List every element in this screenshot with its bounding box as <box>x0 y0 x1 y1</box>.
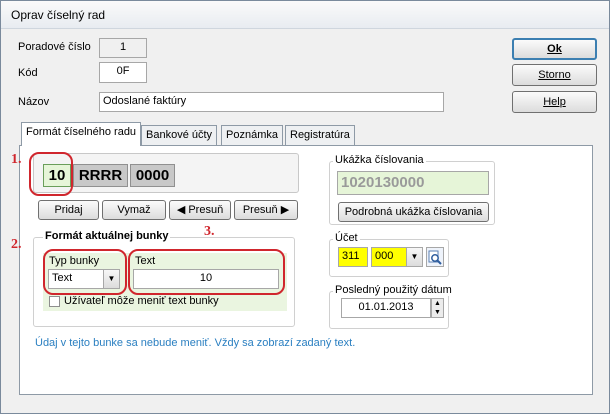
format-cell-3[interactable]: 0000 <box>130 164 175 187</box>
last-date-title: Posledný použitý dátum <box>333 284 454 296</box>
title-bar: Oprav číselný rad <box>1 1 609 29</box>
tab-format-ciselneho-radu[interactable]: Formát číselného radu <box>21 122 142 146</box>
checkbox-uzivatel[interactable] <box>49 296 60 307</box>
last-date-field[interactable]: 01.01.2013 <box>341 298 431 318</box>
annotation-1: 1. <box>11 152 22 167</box>
nazov-field[interactable]: Odoslané faktúry <box>99 92 444 112</box>
storno-button[interactable]: Storno <box>512 64 597 86</box>
ok-button[interactable]: Ok <box>512 38 597 60</box>
annotation-2: 2. <box>11 237 22 252</box>
poradove-cislo-field: 1 <box>99 38 147 58</box>
format-cell-2[interactable]: RRRR <box>73 164 128 187</box>
preview-value: 1020130000 <box>337 171 489 195</box>
podrobna-ukazka-button[interactable]: Podrobná ukážka číslovania <box>338 202 489 222</box>
annotation-3: 3. <box>204 224 215 239</box>
tab-bankove-ucty[interactable]: Bankové účty <box>141 125 218 145</box>
spin-up-icon[interactable]: ▲ <box>432 299 443 308</box>
spin-down-icon[interactable]: ▼ <box>432 308 443 317</box>
window-title: Oprav číselný rad <box>11 8 106 22</box>
tab-poznamka[interactable]: Poznámka <box>221 125 283 145</box>
kod-field[interactable]: 0F <box>99 62 147 83</box>
checkbox-uzivatel-label: Užívateľ môže meniť text bunky <box>64 295 219 307</box>
account-field-2-value: 000 <box>375 250 394 262</box>
vymaz-button[interactable]: Vymaž <box>102 200 166 220</box>
account-title: Účet <box>333 232 360 244</box>
highlight-1 <box>29 152 73 196</box>
presun-left-button[interactable]: ◀ Presuň <box>169 200 231 220</box>
preview-title: Ukážka číslovania <box>333 154 426 166</box>
help-button[interactable]: Help <box>512 91 597 113</box>
kod-label: Kód <box>18 67 38 79</box>
account-field-1[interactable]: 311 <box>338 247 368 267</box>
highlight-3 <box>128 249 285 295</box>
info-text: Údaj v tejto bunke sa nebude meniť. Vždy… <box>35 337 356 349</box>
date-spinner[interactable]: ▲ ▼ <box>431 298 444 318</box>
pridaj-button[interactable]: Pridaj <box>38 200 99 220</box>
chevron-down-icon[interactable]: ▼ <box>406 248 422 266</box>
cell-format-title: Formát aktuálnej bunky <box>43 230 171 242</box>
tab-registratura[interactable]: Registratúra <box>285 125 355 145</box>
search-icon[interactable] <box>426 247 444 267</box>
nazov-label: Názov <box>18 96 50 108</box>
highlight-2 <box>43 249 127 295</box>
dialog-window: Oprav číselný rad Poradové číslo 1 Kód 0… <box>0 0 610 414</box>
presun-right-button[interactable]: Presuň ▶ <box>234 200 298 220</box>
account-field-2[interactable]: 000 ▼ <box>371 247 423 267</box>
poradove-cislo-label: Poradové číslo <box>18 41 91 53</box>
